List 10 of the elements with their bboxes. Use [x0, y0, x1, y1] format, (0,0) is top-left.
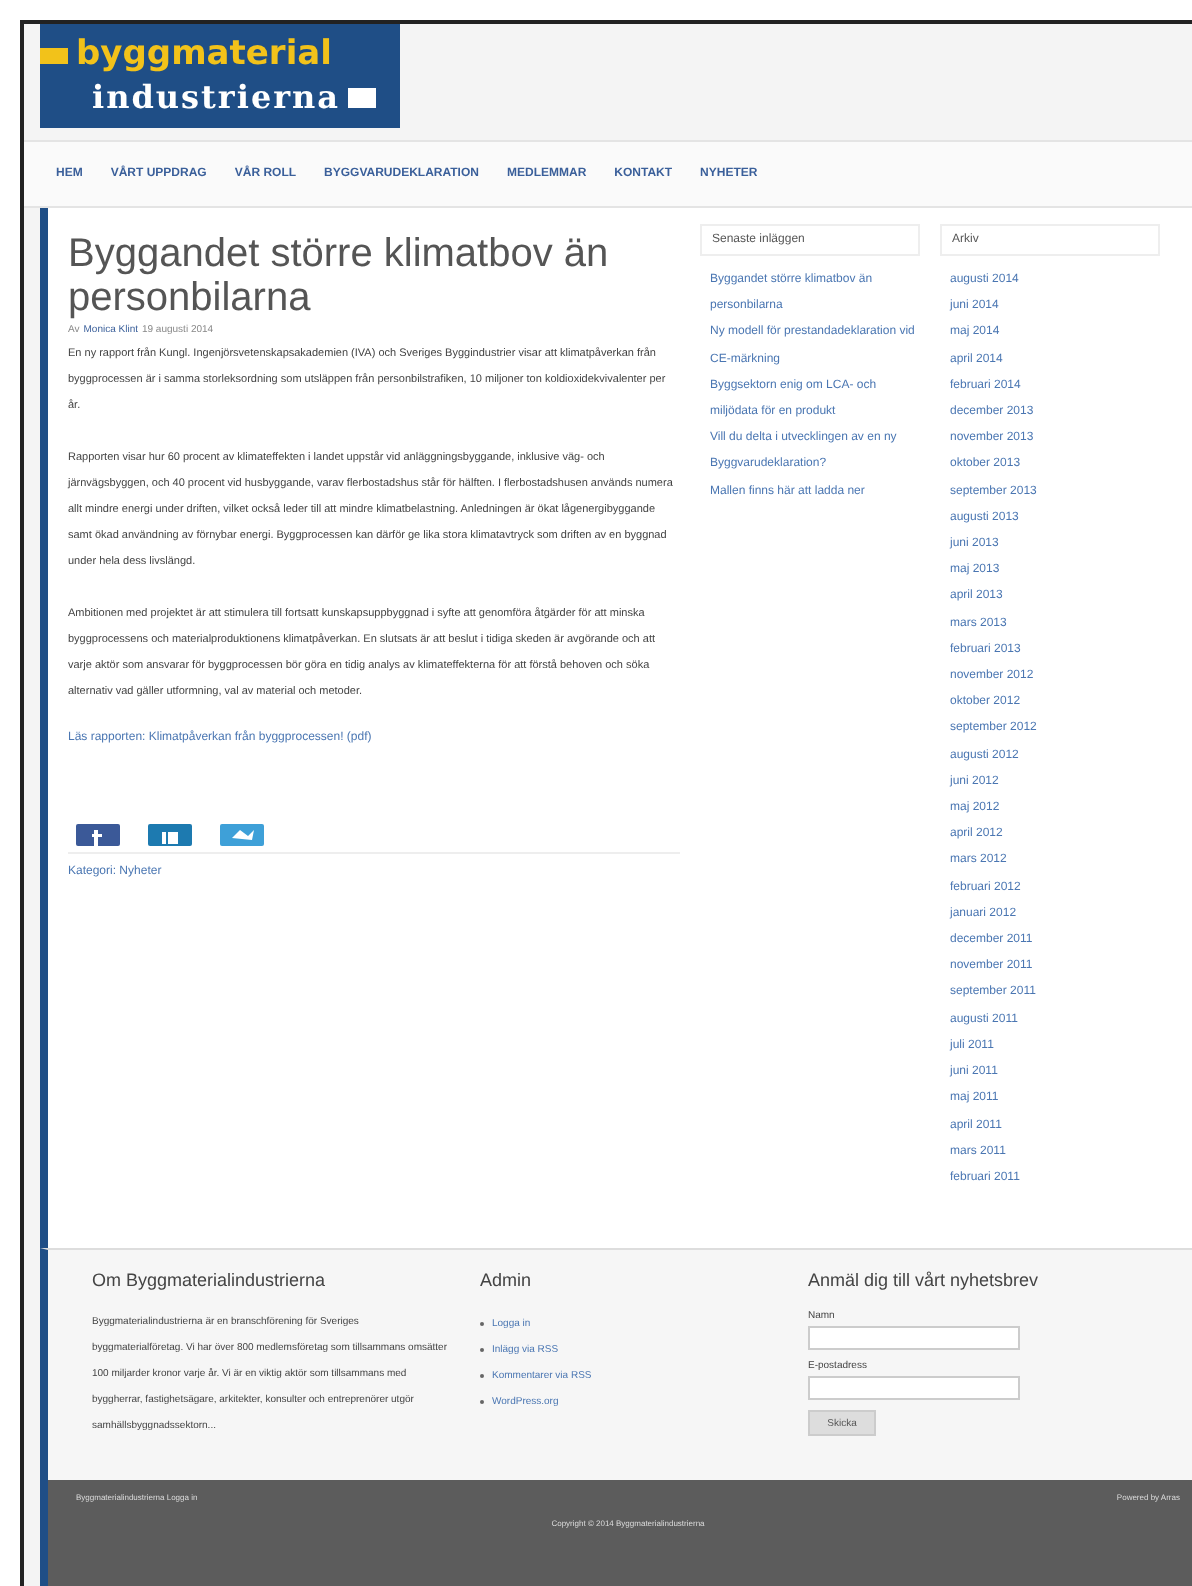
input-field[interactable] — [808, 1326, 1020, 1350]
article-title: Byggandet större klimatbov än personbilarna — [68, 232, 611, 320]
share-icon[interactable] — [148, 824, 192, 846]
logo[interactable]: byggmaterial industrierna — [40, 24, 400, 128]
footer-title: Om Byggmaterialindustrierna — [92, 1270, 328, 1290]
share-icon[interactable] — [220, 824, 264, 846]
input-field[interactable] — [808, 1376, 1020, 1400]
footer-title: Admin — [480, 1270, 534, 1290]
share-icon[interactable] — [76, 824, 120, 846]
footer-title: Anmäl dig till vårt nyhetsbrev — [808, 1270, 1041, 1290]
